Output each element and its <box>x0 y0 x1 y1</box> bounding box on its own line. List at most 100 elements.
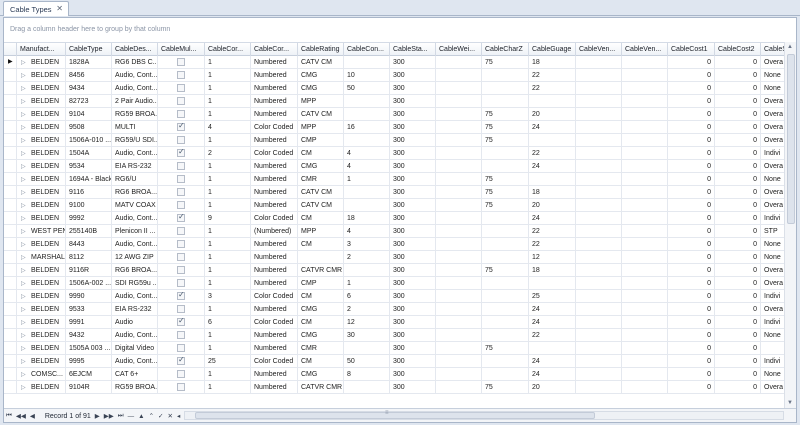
unchecked-checkbox-icon[interactable] <box>177 96 185 105</box>
cell-charz[interactable]: 75 <box>482 264 529 276</box>
cell-cs[interactable]: Overa <box>761 264 784 276</box>
column-header[interactable]: CableCharZ <box>482 43 529 56</box>
cell-rating[interactable]: CM <box>298 147 344 159</box>
table-row[interactable]: ▷ BELDEN 9116 RG6 BROA... 1 Numbered CATV CM 30… <box>4 186 784 199</box>
cell-sta[interactable]: 300 <box>390 95 436 107</box>
cell-ven2[interactable] <box>622 82 668 94</box>
cell-type[interactable]: 9104R <box>66 381 112 393</box>
cell-desc[interactable]: 2 Pair Audio... <box>112 95 158 107</box>
cell-ven1[interactable] <box>576 199 622 211</box>
cell-cc[interactable]: Color Coded <box>251 355 298 367</box>
cell-type[interactable]: 9100 <box>66 199 112 211</box>
cell-rating[interactable]: CMG <box>298 69 344 81</box>
cell-cores[interactable]: 4 <box>205 121 251 133</box>
cell-mfr[interactable]: BELDEN <box>17 95 66 107</box>
cell-cc[interactable]: Color Coded <box>251 290 298 302</box>
cell-wei[interactable] <box>436 56 482 68</box>
cell-ven2[interactable] <box>622 56 668 68</box>
unchecked-checkbox-icon[interactable] <box>177 135 185 144</box>
cell-sta[interactable]: 300 <box>390 368 436 380</box>
unchecked-checkbox-icon[interactable] <box>177 369 185 378</box>
cell-rating[interactable]: CM <box>298 316 344 328</box>
cell-cs[interactable]: Indivi <box>761 316 784 328</box>
cell-type[interactable]: 6EJCM <box>66 368 112 380</box>
cell-ven1[interactable] <box>576 290 622 302</box>
cancel-edit-icon[interactable]: ✕ <box>167 412 172 420</box>
cell-ven2[interactable] <box>622 95 668 107</box>
cell-sta[interactable]: 300 <box>390 108 436 120</box>
cell-sta[interactable]: 300 <box>390 381 436 393</box>
cell-sta[interactable]: 300 <box>390 277 436 289</box>
cell-cost1[interactable]: 0 <box>668 277 715 289</box>
previous-record-icon[interactable]: ◀ <box>30 412 35 420</box>
cell-type[interactable]: 1506A-010 ... <box>66 134 112 146</box>
column-header[interactable]: CableDes... <box>112 43 158 56</box>
cell-desc[interactable]: Audio, Cont... <box>112 290 158 302</box>
cell-ven2[interactable] <box>622 329 668 341</box>
cell-cost2[interactable]: 0 <box>715 277 761 289</box>
cell-multi-checkbox[interactable] <box>158 342 205 354</box>
cell-type[interactable]: 9432 <box>66 329 112 341</box>
cell-mfr[interactable]: BELDEN <box>17 199 66 211</box>
cell-sta[interactable]: 300 <box>390 342 436 354</box>
cell-cs[interactable]: Overa <box>761 134 784 146</box>
first-page-icon[interactable]: ⏮ <box>6 412 12 420</box>
cell-gauge[interactable]: 12 <box>529 251 576 263</box>
cell-rating[interactable]: CMR <box>298 173 344 185</box>
cell-con[interactable]: 18 <box>344 212 390 224</box>
cell-ven1[interactable] <box>576 212 622 224</box>
cell-multi-checkbox[interactable] <box>158 355 205 367</box>
cell-wei[interactable] <box>436 134 482 146</box>
cell-sta[interactable]: 300 <box>390 290 436 302</box>
cell-cost1[interactable]: 0 <box>668 121 715 133</box>
cell-cc[interactable]: Numbered <box>251 264 298 276</box>
cell-cores[interactable]: 1 <box>205 225 251 237</box>
cell-charz[interactable]: 75 <box>482 186 529 198</box>
cell-ven2[interactable] <box>622 147 668 159</box>
cell-wei[interactable] <box>436 251 482 263</box>
table-row[interactable]: ▷BELDEN9992Audio, Cont...9Color CodedCM1… <box>4 212 784 225</box>
cell-multi-checkbox[interactable] <box>158 199 205 211</box>
cell-charz[interactable] <box>482 251 529 263</box>
cell-charz[interactable] <box>482 277 529 289</box>
cell-desc[interactable]: Audio, Cont... <box>112 238 158 250</box>
cell-cs[interactable]: Overa <box>761 160 784 172</box>
unchecked-checkbox-icon[interactable] <box>177 343 185 352</box>
cell-type[interactable]: 9990 <box>66 290 112 302</box>
cell-ven2[interactable] <box>622 212 668 224</box>
cell-desc[interactable]: RG6/U <box>112 173 158 185</box>
cell-cc[interactable]: Numbered <box>251 303 298 315</box>
cell-cc[interactable]: Numbered <box>251 173 298 185</box>
cell-cs[interactable]: Overa <box>761 277 784 289</box>
table-row[interactable]: ▷ BELDEN 9104R RG59 BROA... 1 Numbered CATVR C… <box>4 381 784 394</box>
cell-multi-checkbox[interactable] <box>158 264 205 276</box>
cell-con[interactable] <box>344 134 390 146</box>
checked-checkbox-icon[interactable] <box>177 290 185 300</box>
row-indicator[interactable] <box>4 147 17 159</box>
cell-charz[interactable]: 75 <box>482 134 529 146</box>
cell-con[interactable]: 1 <box>344 173 390 185</box>
column-header[interactable]: Manufact... <box>17 43 66 56</box>
column-header[interactable]: CableCost1 <box>668 43 715 56</box>
cell-cores[interactable]: 1 <box>205 82 251 94</box>
close-icon[interactable]: ✕ <box>56 4 63 13</box>
table-row[interactable]: ▷BELDEN1504AAudio, Cont...2Color CodedCM… <box>4 147 784 160</box>
cell-cc[interactable]: Numbered <box>251 277 298 289</box>
row-indicator[interactable] <box>4 251 17 263</box>
cell-charz[interactable]: 75 <box>482 121 529 133</box>
cell-gauge[interactable] <box>529 134 576 146</box>
cell-ven1[interactable] <box>576 134 622 146</box>
cell-ven2[interactable] <box>622 342 668 354</box>
cell-cores[interactable]: 1 <box>205 277 251 289</box>
cell-sta[interactable]: 300 <box>390 355 436 367</box>
cell-ven1[interactable] <box>576 186 622 198</box>
cell-cost2[interactable]: 0 <box>715 108 761 120</box>
cell-cc[interactable]: Numbered <box>251 199 298 211</box>
cell-cs[interactable]: Overa <box>761 199 784 211</box>
edit-record-icon[interactable]: ⌃ <box>149 412 154 420</box>
checked-checkbox-icon[interactable] <box>177 147 185 157</box>
cell-cost2[interactable]: 0 <box>715 316 761 328</box>
cell-ven1[interactable] <box>576 316 622 328</box>
cell-sta[interactable]: 300 <box>390 225 436 237</box>
cell-con[interactable]: 6 <box>344 290 390 302</box>
